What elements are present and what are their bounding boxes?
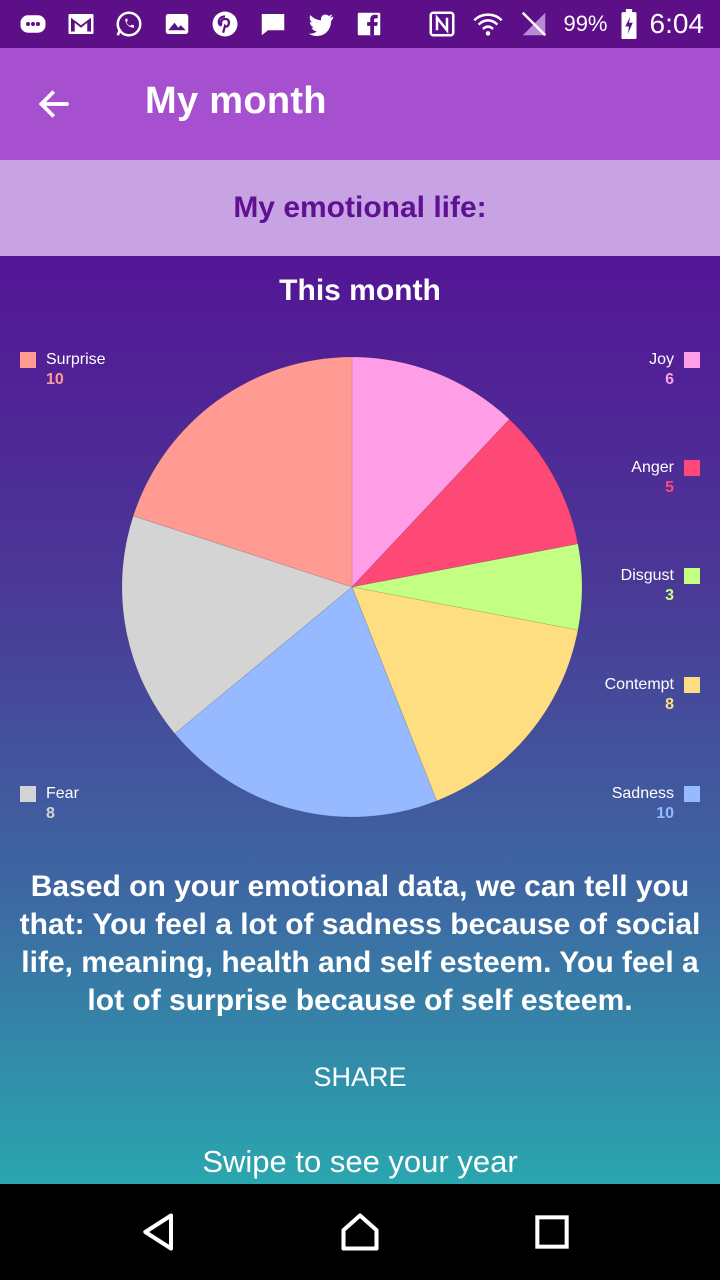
nfc-icon	[425, 9, 459, 39]
recents-nav-button[interactable]	[528, 1208, 576, 1256]
legend-anger: Anger 5	[631, 458, 700, 498]
legend-label: Joy	[649, 351, 674, 368]
message-icon	[256, 9, 290, 39]
legend-swatch	[20, 352, 36, 368]
month-chart-panel: This month Surprise 10 Joy 6 Anger 5 Dis…	[0, 256, 720, 1184]
navigation-bar	[0, 1184, 720, 1280]
arrow-left-icon	[38, 90, 69, 118]
legend-value: 8	[665, 696, 674, 713]
back-button[interactable]	[24, 76, 84, 132]
clock: 6:04	[649, 8, 705, 39]
app-bar: My month	[0, 48, 720, 160]
legend-fear: Fear 8	[20, 784, 79, 824]
legend-contempt: Contempt 8	[604, 675, 700, 715]
system-status: 99% 6:04	[425, 8, 704, 40]
legend-swatch	[684, 786, 700, 802]
no-sim-icon	[517, 9, 551, 39]
legend-swatch	[684, 677, 700, 693]
legend-label: Surprise	[46, 351, 106, 368]
legend-value: 5	[665, 479, 674, 496]
gallery-icon	[160, 9, 194, 39]
legend-swatch	[684, 568, 700, 584]
swipe-hint: Swipe to see your year	[202, 1144, 518, 1179]
legend-value: 10	[46, 371, 64, 388]
legend-value: 8	[46, 805, 55, 822]
wifi-icon	[471, 9, 505, 39]
section-header: My emotional life:	[0, 160, 720, 256]
legend-sadness: Sadness 10	[611, 784, 700, 824]
legend-surprise: Surprise 10	[20, 350, 106, 390]
legend-label: Disgust	[620, 567, 674, 584]
legend-value: 6	[665, 371, 674, 388]
status-bar: 99% 6:04	[0, 0, 720, 48]
legend-swatch	[684, 352, 700, 368]
chat-bubble-icon	[16, 9, 50, 39]
legend-label: Anger	[631, 459, 674, 476]
battery-icon	[620, 9, 638, 39]
notification-icons	[16, 9, 386, 39]
whatsapp-icon	[112, 9, 146, 39]
share-button[interactable]: SHARE	[260, 1062, 460, 1102]
legend-label: Contempt	[604, 676, 674, 693]
legend-swatch	[684, 460, 700, 476]
triangle-back-icon	[143, 1213, 174, 1251]
legend-label: Fear	[46, 785, 79, 802]
battery-percent: 99%	[563, 11, 608, 36]
legend-joy: Joy 6	[649, 350, 700, 390]
home-nav-button[interactable]	[336, 1208, 384, 1256]
home-icon	[341, 1213, 379, 1251]
emotion-pie-chart	[121, 356, 583, 818]
back-nav-button[interactable]	[136, 1208, 184, 1256]
page-title: My month	[145, 80, 327, 122]
legend-disgust: Disgust 3	[620, 566, 700, 606]
legend-label: Sadness	[611, 785, 674, 802]
analysis-text: Based on your emotional data, we can tel…	[19, 870, 701, 1017]
legend-value: 3	[665, 587, 674, 604]
pinterest-icon	[208, 9, 242, 39]
facebook-icon	[352, 9, 386, 39]
legend-value: 10	[656, 805, 674, 822]
gmail-icon	[64, 9, 98, 39]
section-title: My emotional life:	[233, 191, 487, 224]
square-recents-icon	[535, 1215, 569, 1249]
legend-swatch	[20, 786, 36, 802]
twitter-icon	[304, 9, 338, 39]
